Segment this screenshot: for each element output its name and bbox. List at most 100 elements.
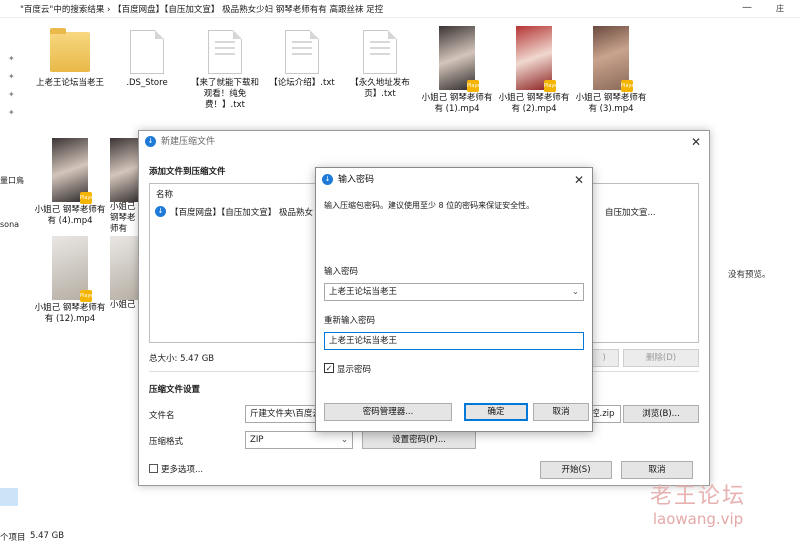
video-thumbnail: Player [52,236,96,302]
add-button[interactable]: ) [589,349,619,367]
watermark-line1: 老王论坛 [650,484,747,509]
file-name: 小姐己 钢琴老师有有 (1).mp4 [421,93,493,114]
close-icon[interactable]: ✕ [574,168,584,192]
set-password-button[interactable]: 设置密码(P)... [362,431,476,449]
file-item-video[interactable]: Player 小姐己 钢琴老师有有 (3).mp4 [574,26,648,115]
minimize-icon[interactable]: — [742,2,752,13]
dialog-title: 新建压缩文件 [161,137,216,147]
video-thumbnail: Player [593,26,637,92]
item-count: 个项目 [0,533,26,543]
format-select[interactable]: ZIP ⌄ [245,431,353,449]
file-name: 【永久地址发布页】.txt [350,78,410,99]
reenter-password-label: 重新输入密码 [324,316,376,326]
file-type-icon: ↓ [155,206,166,217]
file-name: 【来了就能下载和观看！纯免费！】.txt [190,78,259,110]
enter-password-dialog: ↓ 输入密码 ✕ 输入压缩包密码。建议使用至少 8 位的密码来保证安全性。 输入… [315,167,593,432]
total-size: 总大小: 5.47 GB [149,354,215,364]
window-title: "百度云"中的搜索结果 › 【百度网盘】【自压加文宣】 极品熟女少妇 钢琴老师有… [20,5,384,15]
show-password-label[interactable]: 显示密码 [337,363,371,375]
player-badge-icon: Player [467,80,483,92]
file-item-video[interactable]: Player 小姐己 钢琴老师有有 (1).mp4 [420,26,494,115]
pin-icon[interactable]: ✦ [8,72,15,81]
player-badge-icon: Player [544,80,560,92]
file-name: 小姐己 钢琴老师有有 ( [110,300,138,310]
delete-button[interactable]: 删除(D) [623,349,699,367]
right-pane-tab[interactable]: 庄 [776,3,784,14]
chevron-down-icon: ⌄ [340,435,348,445]
file-name: 小姐己 钢琴老师有 [110,202,136,234]
file-item[interactable]: 【来了就能下载和观看！纯免费！】.txt [188,30,262,111]
document-icon [363,30,397,74]
more-options-checkbox[interactable] [149,464,158,473]
selection-size: 5.47 GB [30,531,65,541]
pin-icon[interactable]: ✦ [8,54,15,63]
browse-button[interactable]: 浏览(B)... [623,405,699,423]
chevron-down-icon[interactable]: ⌄ [572,284,579,300]
ok-button[interactable]: 确定 [464,403,528,421]
bandizip-logo-icon: ↓ [145,136,156,147]
pin-icon[interactable]: ✦ [8,90,15,99]
section-heading: 添加文件到压缩文件 [149,167,226,177]
document-icon [208,30,242,74]
filename-label: 文件名 [149,411,175,421]
nav-item[interactable]: sona [0,220,19,229]
file-item[interactable]: 【论坛介绍】.txt [265,30,339,89]
show-password-checkbox[interactable]: ✓ [324,363,334,373]
more-options-label[interactable]: 更多选项... [161,463,203,475]
password-dialog-title: 输入密码 [338,175,375,185]
format-label: 压缩格式 [149,437,184,447]
file-item-video[interactable]: 小姐己 钢琴老师有 [110,138,138,235]
section-heading: 压缩文件设置 [149,385,201,395]
dialog-title-bar: ↓ 新建压缩文件 ✕ [139,131,709,153]
file-name: 【论坛介绍】.txt [269,78,335,88]
file-item-video[interactable]: 小姐己 钢琴老师有有 ( [110,236,138,311]
enter-password-label: 输入密码 [324,267,359,277]
file-name: .DS_Store [126,78,168,88]
cancel-button[interactable]: 取消 [533,403,589,421]
pin-icon[interactable]: ✦ [8,108,15,117]
nav-selected-item[interactable] [0,488,18,506]
column-header-name[interactable]: 名称 [156,188,173,200]
bandizip-logo-icon: ↓ [322,174,333,185]
preview-message: 没有预览。 [728,270,771,280]
list-item[interactable]: 【百度网盘】【自压加文宣】 极品熟女 [170,206,313,218]
file-name: 小姐己 钢琴老师有有 (3).mp4 [575,93,647,114]
document-icon [285,30,319,74]
cancel-button[interactable]: 取消 [621,461,693,479]
file-name: 小姐己 钢琴老师有有 (12).mp4 [34,303,106,324]
password-hint: 输入压缩包密码。建议使用至少 8 位的密码来保证安全性。 [324,201,535,210]
format-value: ZIP [250,435,264,445]
player-badge-icon: Player [80,290,96,302]
watermark-logo: 老王论坛 laowang.vip [650,478,746,528]
file-item[interactable]: 【永久地址发布页】.txt [343,30,417,100]
close-icon[interactable]: ✕ [691,131,701,153]
video-thumbnail [110,236,138,300]
video-thumbnail: Player [439,26,483,92]
filename-input-tail[interactable]: 控.zip [589,405,621,423]
status-bar: 个项目 5.47 GB [0,528,800,545]
file-name: 上老王论坛当老王 [35,78,104,88]
file-item[interactable]: .DS_Store [110,30,184,89]
file-name: 小姐己 钢琴老师有有 (2).mp4 [498,93,570,114]
password-input[interactable]: 上老王论坛当老王 ⌄ [324,283,584,301]
video-thumbnail [110,138,138,202]
file-item-video[interactable]: Player 小姐己 钢琴老师有有 (4).mp4 [33,138,107,227]
file-item-folder[interactable]: 上老王论坛当老王 [33,28,107,89]
document-icon [130,30,164,74]
password-dialog-title-bar: ↓ 输入密码 ✕ [316,168,592,192]
video-thumbnail: Player [52,138,96,204]
folder-icon [50,28,90,72]
file-name: 小姐己 钢琴老师有有 (4).mp4 [34,205,106,226]
start-button[interactable]: 开始(S) [540,461,612,479]
password-value: 上老王论坛当老王 [329,287,398,297]
player-badge-icon: Player [80,192,96,204]
file-item-video[interactable]: Player 小姐己 钢琴老师有有 (2).mp4 [497,26,571,115]
explorer-title-bar: "百度云"中的搜索结果 › 【百度网盘】【自压加文宣】 极品熟女少妇 钢琴老师有… [0,0,800,18]
filename-input[interactable]: 斤建文件夹\百度云 [245,405,317,423]
file-item-video[interactable]: Player 小姐己 钢琴老师有有 (12).mp4 [33,236,107,325]
video-thumbnail: Player [516,26,560,92]
player-badge-icon: Player [621,80,637,92]
nav-item[interactable]: 量口鳥 [0,175,24,186]
reenter-password-input[interactable]: 上老王论坛当老王 [324,332,584,350]
password-manager-button[interactable]: 密码管理器... [324,403,452,421]
